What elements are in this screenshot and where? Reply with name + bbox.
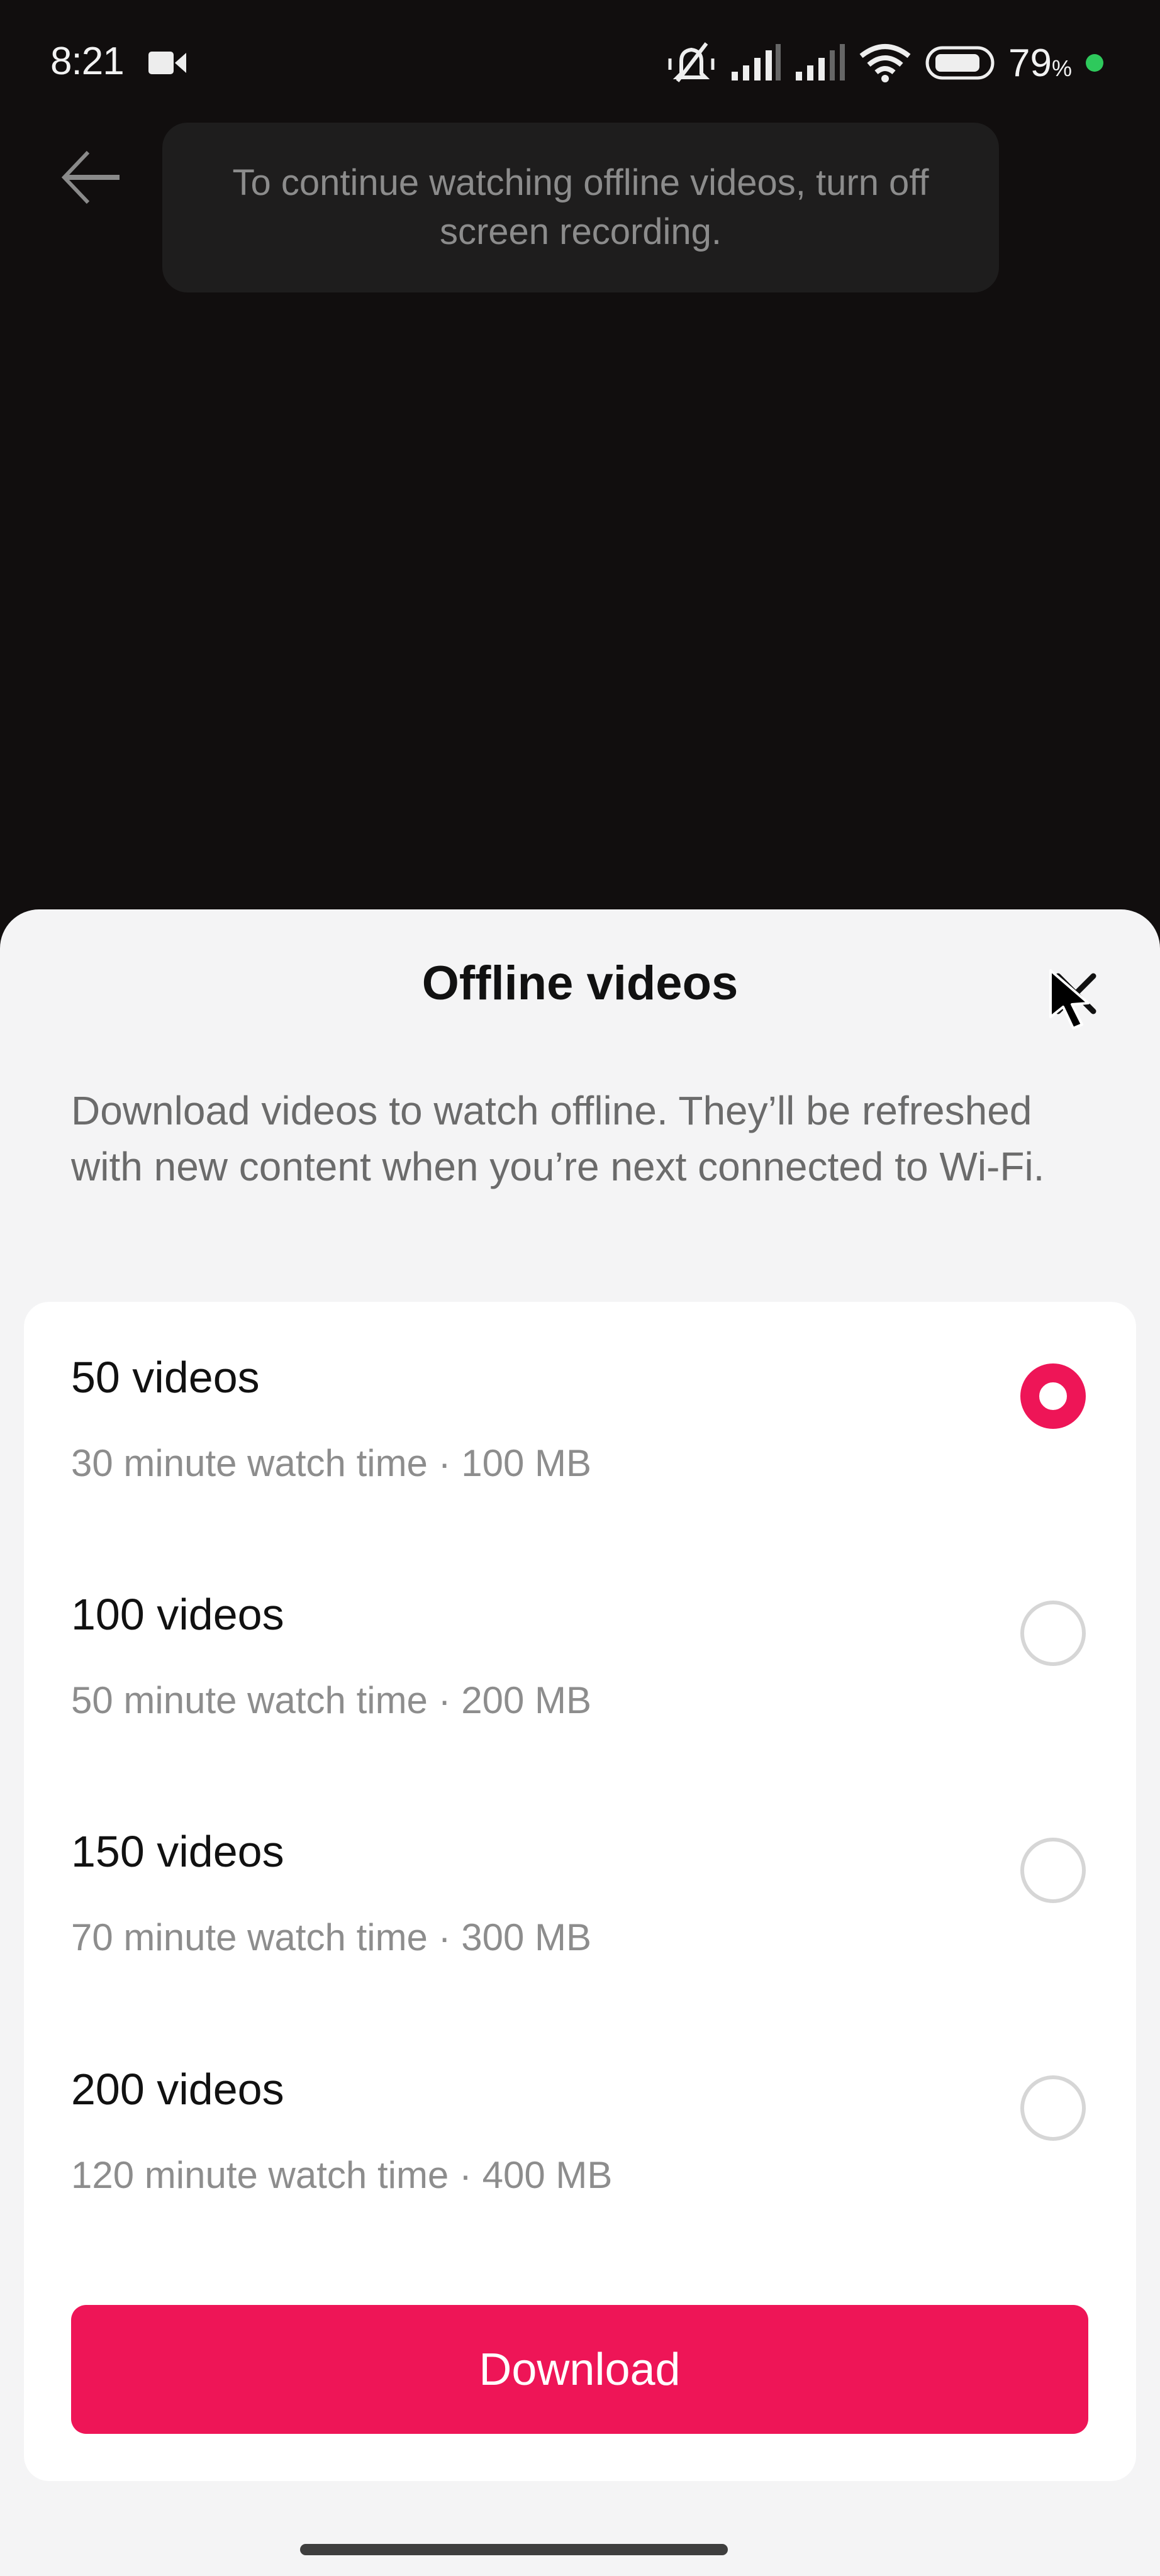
screen-recording-toast: To continue watching offline videos, tur… bbox=[162, 123, 999, 292]
screen-record-icon bbox=[148, 52, 186, 74]
option-detail: 120 minute watch time · 400 MB bbox=[71, 2154, 613, 2196]
option-50-videos[interactable]: 50 videos 30 minute watch time · 100 MB bbox=[24, 1302, 1136, 1538]
radio-unselected[interactable] bbox=[1020, 2075, 1086, 2141]
signal-icon bbox=[732, 44, 781, 80]
option-label: 100 videos bbox=[71, 1590, 284, 1639]
radio-selected[interactable] bbox=[1020, 1363, 1086, 1429]
back-button[interactable] bbox=[60, 148, 123, 206]
silent-bell-icon bbox=[668, 42, 715, 82]
option-detail: 30 minute watch time · 100 MB bbox=[71, 1442, 592, 1484]
download-button[interactable]: Download bbox=[71, 2305, 1088, 2434]
home-indicator[interactable] bbox=[300, 2544, 728, 2555]
option-150-videos[interactable]: 150 videos 70 minute watch time · 300 MB bbox=[24, 1776, 1136, 2012]
toast-message: To continue watching offline videos, tur… bbox=[232, 162, 929, 252]
option-label: 50 videos bbox=[71, 1353, 260, 1402]
sheet-description: Download videos to watch offline. They’l… bbox=[71, 1088, 1045, 1189]
battery-percent: 79% bbox=[1008, 41, 1072, 85]
wifi-icon bbox=[859, 44, 911, 82]
status-time: 8:21 bbox=[50, 40, 125, 83]
option-label: 200 videos bbox=[71, 2065, 284, 2114]
close-button[interactable] bbox=[1044, 962, 1107, 1025]
option-200-videos[interactable]: 200 videos 120 minute watch time · 400 M… bbox=[24, 2014, 1136, 2250]
radio-unselected[interactable] bbox=[1020, 1601, 1086, 1666]
battery-icon bbox=[925, 46, 995, 80]
option-100-videos[interactable]: 100 videos 50 minute watch time · 200 MB bbox=[24, 1539, 1136, 1775]
option-label: 150 videos bbox=[71, 1827, 284, 1876]
signal-icon bbox=[796, 44, 845, 80]
status-icons: 79% bbox=[666, 38, 1103, 88]
charging-indicator bbox=[1086, 54, 1103, 72]
option-detail: 50 minute watch time · 200 MB bbox=[71, 1679, 592, 1721]
close-icon bbox=[1055, 973, 1096, 1014]
option-detail: 70 minute watch time · 300 MB bbox=[71, 1916, 592, 1958]
radio-unselected[interactable] bbox=[1020, 1838, 1086, 1903]
sheet-title: Offline videos bbox=[421, 957, 739, 1010]
